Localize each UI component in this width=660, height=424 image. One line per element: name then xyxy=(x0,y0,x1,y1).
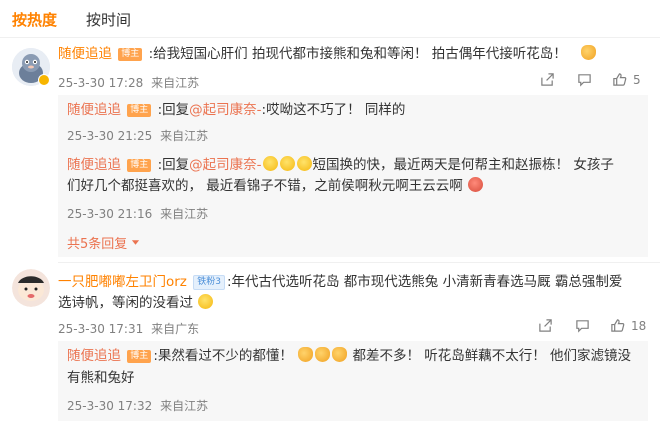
reply-text: :哎呦这不巧了！ 同样的 xyxy=(261,102,406,118)
comment-author[interactable]: 一只肥嘟嘟左卫门orz xyxy=(58,274,187,290)
comment-body: 一只肥嘟嘟左卫门orz 铁粉3:年代古代选听花岛 都市现代选熊兔 小清新青春选马… xyxy=(58,272,622,292)
comment-actions: 18 xyxy=(538,318,646,333)
reply-text: 都差不多！ 听花岛鲜藕不太行！ 他们家滤镜没 xyxy=(352,348,632,364)
thumb-up-icon xyxy=(611,319,625,332)
avatar[interactable] xyxy=(12,269,50,307)
thumb-up-icon xyxy=(613,73,627,86)
like-count: 5 xyxy=(633,72,641,87)
laugh-emoji-icon xyxy=(198,294,214,309)
comment-location: 来自江苏 xyxy=(151,76,200,90)
reply-body: 随便追追 博主 :回复@起司康奈- 短国换的快，最近两天是何帮主和赵振栋！ 女孩子 xyxy=(67,155,614,175)
rock-hand-emoji-icon xyxy=(298,347,314,362)
blogger-badge: 博主 xyxy=(127,159,152,172)
comment-author[interactable]: 随便追追 xyxy=(58,46,112,62)
comment-body-line2: 选诗帆，等闲的没看过 xyxy=(58,293,214,313)
comment-text: 选诗帆，等闲的没看过 xyxy=(58,295,193,311)
reply-time: 25-3-30 17:32 xyxy=(67,399,153,413)
comment-icon[interactable] xyxy=(575,318,590,333)
comment-text: :给我短国心肝们 拍现代都市接熊和兔和等闲！ 拍古偶年代接听花岛！ xyxy=(148,46,567,62)
grin-emoji-icon xyxy=(262,156,278,171)
reply-author[interactable]: 随便追追 xyxy=(67,348,121,364)
reply-location: 来自江苏 xyxy=(160,207,209,221)
blogger-badge: 博主 xyxy=(127,350,152,363)
blogger-badge: 博主 xyxy=(127,104,152,117)
reply-text: :果然看过不少的都懂！ xyxy=(153,348,293,364)
reply-author[interactable]: 随便追追 xyxy=(67,102,121,118)
fan-badge: 铁粉3 xyxy=(193,275,225,290)
reply-text: 们好几个都挺喜欢的， 最近看锦子不错，之前侯啊秋元啊王云云啊 xyxy=(67,178,463,194)
comment-text: :年代古代选听花岛 都市现代选熊兔 小清新青春选马厩 霸总强制爱 xyxy=(226,274,623,290)
reply-time: 25-3-30 21:25 xyxy=(67,129,153,143)
reply-prefix: :回复 xyxy=(157,157,190,173)
reply-meta: 25-3-30 21:25 来自江苏 xyxy=(67,127,208,144)
share-icon[interactable] xyxy=(540,72,555,87)
reply-text: 短国换的快，最近两天是何帮主和赵振栋！ 女孩子 xyxy=(312,157,614,173)
grin-emoji-icon xyxy=(296,156,312,171)
grin-emoji-icon xyxy=(279,156,295,171)
reply-meta: 25-3-30 21:16 来自江苏 xyxy=(67,205,208,222)
rock-hand-emoji-icon xyxy=(315,347,331,362)
reply-mention[interactable]: @起司康奈- xyxy=(189,157,261,173)
like-count: 18 xyxy=(631,318,647,333)
reply-body: 随便追追 博主:果然看过不少的都懂！ 都差不多！ 听花岛鲜藕不太行！ 他们家滤镜… xyxy=(67,346,631,366)
sort-tabs: 按热度 按时间 xyxy=(0,0,660,38)
comment-time: 25-3-30 17:28 xyxy=(58,76,144,90)
verified-icon xyxy=(38,74,50,86)
share-icon[interactable] xyxy=(538,318,553,333)
comment-time: 25-3-30 17:31 xyxy=(58,322,144,336)
reply-prefix: :回复 xyxy=(157,102,190,118)
comment-body: 随便追追 博主 :给我短国心肝们 拍现代都市接熊和兔和等闲！ 拍古偶年代接听花岛… xyxy=(58,44,597,64)
divider xyxy=(58,262,660,263)
comment-icon[interactable] xyxy=(577,72,592,87)
tab-by-time[interactable]: 按时间 xyxy=(86,9,131,30)
like-button[interactable]: 18 xyxy=(610,318,646,333)
rock-hand-emoji-icon xyxy=(332,347,348,362)
reply-body: 随便追追 博主 :回复@起司康奈-:哎呦这不巧了！ 同样的 xyxy=(67,100,405,120)
comment-meta: 25-3-30 17:31 来自广东 xyxy=(58,320,199,337)
comment-actions: 5 xyxy=(540,72,641,87)
reply-location: 来自江苏 xyxy=(160,129,209,143)
reply-text: 有熊和兔好 xyxy=(67,370,135,386)
sticker-emoji-icon xyxy=(468,177,484,192)
more-replies-link[interactable]: 共5条回复 xyxy=(67,233,140,252)
reply-author[interactable]: 随便追追 xyxy=(67,157,121,173)
comment-meta: 25-3-30 17:28 来自江苏 xyxy=(58,74,199,91)
reply-mention[interactable]: @起司康奈- xyxy=(189,102,261,118)
blogger-badge: 博主 xyxy=(118,48,143,61)
rock-hand-emoji-icon xyxy=(581,45,597,60)
more-replies-label: 共5条回复 xyxy=(67,237,128,252)
reply-body-line2: 有熊和兔好 xyxy=(67,368,135,388)
reply-meta: 25-3-30 17:32 来自江苏 xyxy=(67,397,208,414)
reply-body-line2: 们好几个都挺喜欢的， 最近看锦子不错，之前侯啊秋元啊王云云啊 xyxy=(67,176,484,196)
tab-by-hot[interactable]: 按热度 xyxy=(12,9,57,30)
reply-location: 来自江苏 xyxy=(160,399,209,413)
comment-location: 来自广东 xyxy=(151,322,200,336)
chevron-down-icon xyxy=(132,240,140,245)
reply-time: 25-3-30 21:16 xyxy=(67,207,153,221)
like-button[interactable]: 5 xyxy=(612,72,641,87)
